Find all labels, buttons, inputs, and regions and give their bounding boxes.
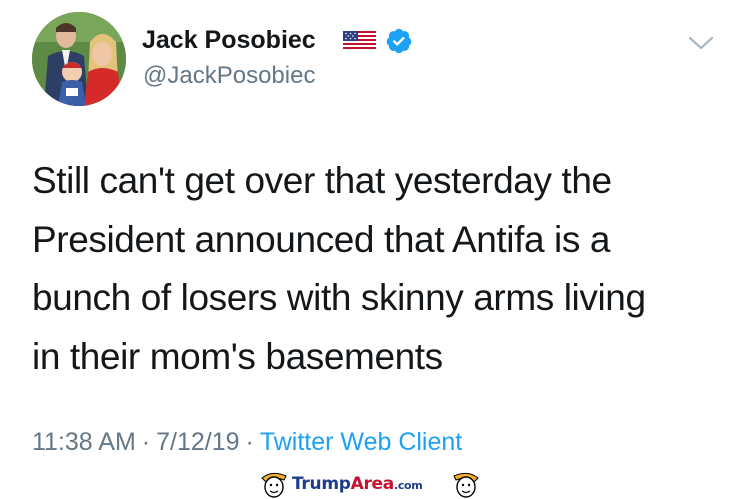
tweet-text: Still can't get over that yesterday the … [32,160,646,377]
trump-caricature-icon [261,472,287,498]
avatar-photo [32,12,126,106]
meta-separator: · [245,428,254,456]
tweet-meta: 11:38 AM · 7/12/19 · Twitter Web Client [32,426,462,458]
us-flag-icon [343,31,376,51]
handle[interactable]: @JackPosobiec [143,61,315,91]
verified-badge-icon [386,28,412,54]
meta-separator: · [141,428,151,456]
watermark: TrumpArea.com [258,470,482,499]
tweet-card: Jack Posobiec @JackPosobiec Still can't … [0,0,740,499]
chevron-down-icon[interactable] [688,34,714,52]
tweet-time[interactable]: 11:38 AM [32,428,136,456]
trump-caricature-icon [453,472,479,498]
tweet-date[interactable]: 7/12/19 [156,428,239,456]
watermark-text: TrumpArea.com [292,474,423,494]
avatar[interactable] [32,12,126,106]
tweet-source-link[interactable]: Twitter Web Client [260,428,462,456]
display-name[interactable]: Jack Posobiec [142,24,316,56]
